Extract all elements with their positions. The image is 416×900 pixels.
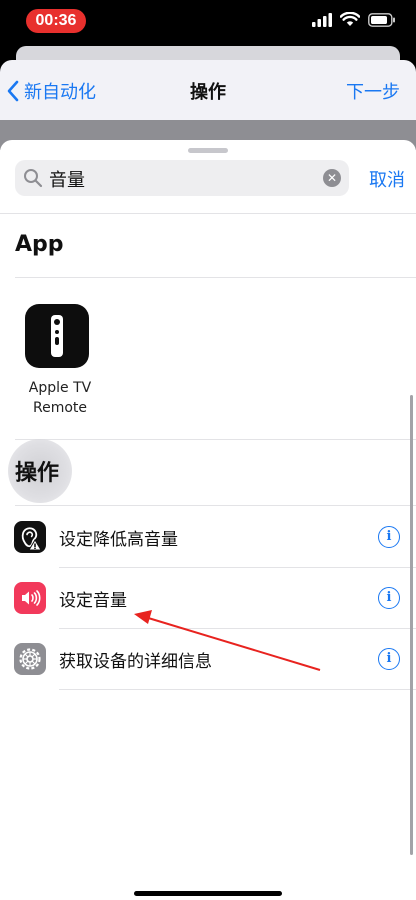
apps-title-divider <box>15 277 416 278</box>
status-time: 00:36 <box>26 9 86 33</box>
wifi-icon <box>340 12 360 26</box>
info-icon[interactable]: i <box>378 587 400 609</box>
actions-section-title: 操作 <box>15 461 60 486</box>
scrollbar[interactable] <box>410 395 413 855</box>
action-divider <box>59 689 416 690</box>
hearing-warning-icon <box>14 521 46 553</box>
info-icon[interactable]: i <box>378 526 400 548</box>
phone-screen: 00:36 新自动化 操作 下一步 音量 ✕ 取消 App Apple TV R… <box>0 0 416 900</box>
apple-tv-remote-icon <box>25 304 89 368</box>
search-icon <box>24 169 43 188</box>
clear-search-icon[interactable]: ✕ <box>323 169 341 187</box>
search-field[interactable]: 音量 ✕ <box>15 160 349 196</box>
action-row-reduce-loud-audio[interactable]: 设定降低高音量 i <box>0 507 416 567</box>
cellular-signal-icon <box>312 12 332 27</box>
app-name: Apple TV Remote <box>20 378 100 418</box>
app-name-line1: Apple TV <box>28 380 92 396</box>
home-indicator[interactable] <box>134 891 282 896</box>
action-label: 设定降低高音量 <box>59 530 178 550</box>
action-label: 设定音量 <box>59 591 127 611</box>
info-icon[interactable]: i <box>378 648 400 670</box>
app-name-line2: Remote <box>32 400 88 416</box>
search-row: 音量 ✕ 取消 <box>15 160 405 196</box>
apps-section-divider <box>15 439 416 440</box>
status-icons <box>312 12 396 27</box>
sheet-grabber[interactable] <box>188 148 228 153</box>
navigation-bar: 新自动化 操作 下一步 <box>0 60 416 120</box>
app-tile-apple-tv-remote[interactable]: Apple TV Remote <box>20 304 100 418</box>
next-button[interactable]: 下一步 <box>346 78 400 104</box>
speaker-volume-icon <box>14 582 46 614</box>
action-label: 获取设备的详细信息 <box>59 652 212 672</box>
status-bar: 00:36 <box>0 0 416 44</box>
actions-title-divider <box>15 505 416 506</box>
apps-section-title: App <box>15 232 64 257</box>
search-input-value[interactable]: 音量 <box>49 166 85 192</box>
settings-gear-icon <box>14 643 46 675</box>
action-row-get-device-details[interactable]: 获取设备的详细信息 i <box>0 629 416 689</box>
action-picker-sheet: 音量 ✕ 取消 App Apple TV Remote 操作 设定降低高音量 i… <box>0 140 416 900</box>
action-row-set-volume[interactable]: 设定音量 i <box>0 568 416 628</box>
cancel-button[interactable]: 取消 <box>369 166 405 192</box>
battery-icon <box>368 12 395 27</box>
search-divider <box>0 213 416 214</box>
